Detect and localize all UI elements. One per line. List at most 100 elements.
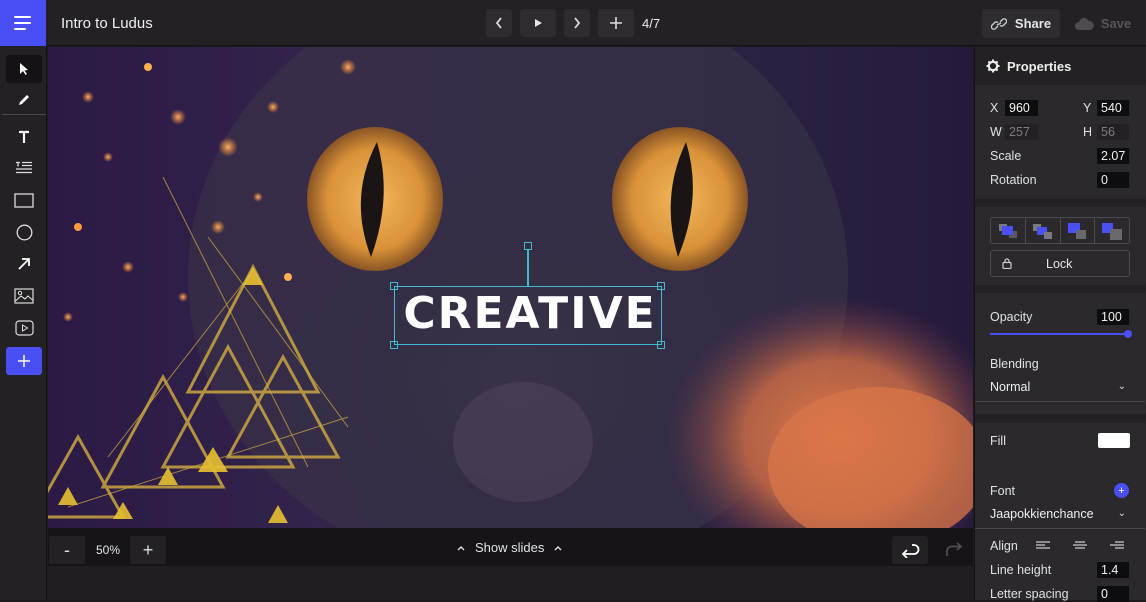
chevron-left-icon [495,17,502,29]
play-button[interactable] [520,9,556,37]
layer-order-group [990,217,1130,244]
zoom-level: 50% [96,543,121,557]
play-icon [535,19,542,27]
x-input[interactable]: 960 [1005,100,1038,116]
bring-to-front-button[interactable] [1095,218,1129,243]
lock-button[interactable]: Lock [990,250,1130,277]
save-label: Save [1100,16,1132,31]
line-height-input[interactable]: 1.4 [1097,562,1129,578]
opacity-label: Opacity [990,310,1033,324]
scale-label: Scale [990,149,1022,163]
w-label: W [990,125,1002,139]
show-slides-toggle[interactable]: Show slides [457,540,562,555]
cat-nose [453,382,593,502]
layer-order-icon [1110,229,1123,240]
opacity-slider[interactable] [990,330,1132,338]
share-label: Share [1014,16,1052,31]
properties-panel: Properties X 960 Y 540 W 257 H 56 Scale … [974,47,1146,602]
x-label: X [990,101,999,115]
resize-handle-bottom-left[interactable] [390,341,398,349]
video-tool[interactable] [6,314,42,342]
add-font-button[interactable]: + [1114,483,1129,498]
undo-button[interactable] [892,536,928,564]
cloud-icon [1074,17,1094,30]
w-input[interactable]: 257 [1005,124,1038,140]
next-slide-button[interactable] [564,9,590,37]
bring-forward-button[interactable] [1061,218,1096,243]
redo-icon [946,542,963,556]
add-element-button[interactable] [6,347,42,375]
h-input[interactable]: 56 [1097,124,1129,140]
image-tool[interactable] [6,282,42,310]
blending-select[interactable]: Normal ⌄ [990,380,1130,398]
select-tool[interactable] [6,55,42,83]
font-select[interactable]: Jaapokkienchance ⌄ [990,507,1130,525]
chevron-up-icon [457,545,465,550]
slides-strip [48,566,973,600]
text-tool[interactable] [6,123,42,151]
section-divider [975,414,1146,423]
paragraph-icon [16,161,32,174]
send-to-back-button[interactable] [991,218,1026,243]
zoom-out-button[interactable]: - [49,536,85,564]
ellipse-tool[interactable] [6,218,42,246]
align-right-icon[interactable] [1109,540,1125,550]
letter-spacing-label: Letter spacing [990,587,1069,601]
undo-icon [901,544,920,558]
lock-icon [1002,258,1012,269]
gear-icon [986,59,1000,73]
resize-handle-top-left[interactable] [390,282,398,290]
document-title[interactable]: Intro to Ludus [61,15,153,32]
chevron-down-icon: ⌄ [1117,381,1126,392]
y-input[interactable]: 540 [1097,100,1129,116]
y-label: Y [1083,101,1092,115]
video-icon [14,320,34,336]
menu-button[interactable] [0,0,46,46]
arrow-icon [18,258,30,270]
pen-tool[interactable] [6,86,42,114]
resize-handle-bottom-right[interactable] [657,341,665,349]
align-left-icon[interactable] [1035,540,1051,550]
align-label: Align [990,539,1018,553]
plus-icon [610,17,622,29]
rotation-input[interactable]: 0 [1097,172,1129,188]
section-divider [975,199,1146,207]
image-icon [14,288,34,304]
fill-color-swatch[interactable] [1098,433,1130,448]
slide-counter: 4/7 [642,16,661,31]
cursor-arrow-icon [20,63,28,75]
redo-button[interactable] [936,536,972,564]
resize-handle-top-right[interactable] [657,282,665,290]
share-button[interactable]: Share [982,9,1060,38]
scale-input[interactable]: 2.07 [1097,148,1129,164]
save-button[interactable]: Save [1068,9,1138,38]
zoom-in-button[interactable]: + [130,536,166,564]
selection-box [394,286,662,345]
arrow-tool[interactable] [6,250,42,278]
rectangle-icon [14,192,34,208]
send-backward-button[interactable] [1026,218,1061,243]
chevron-down-icon: ⌄ [1117,508,1126,519]
add-slide-button[interactable] [598,9,634,37]
layer-order-icon [1075,230,1086,239]
blending-value: Normal [990,380,1031,394]
fill-label: Fill [990,434,1006,448]
align-center-icon[interactable] [1072,540,1088,550]
blending-label: Blending [990,357,1039,371]
lock-label: Lock [1046,257,1073,271]
layer-order-icon [1043,232,1052,239]
opacity-slider-knob[interactable] [1124,330,1132,338]
paragraph-tool[interactable] [6,154,42,182]
pencil-icon [19,95,29,105]
opacity-input[interactable]: 100 [1097,309,1129,325]
circle-icon [16,224,32,240]
hamburger-icon [14,16,31,30]
rotate-handle[interactable] [524,242,532,250]
text-icon [19,130,29,143]
tools-sidebar [0,46,47,600]
slide-canvas[interactable]: CREATIVE [48,47,973,528]
rectangle-tool[interactable] [6,186,42,214]
rotation-label: Rotation [990,173,1037,187]
chevron-up-icon [554,545,562,550]
prev-slide-button[interactable] [486,9,512,37]
